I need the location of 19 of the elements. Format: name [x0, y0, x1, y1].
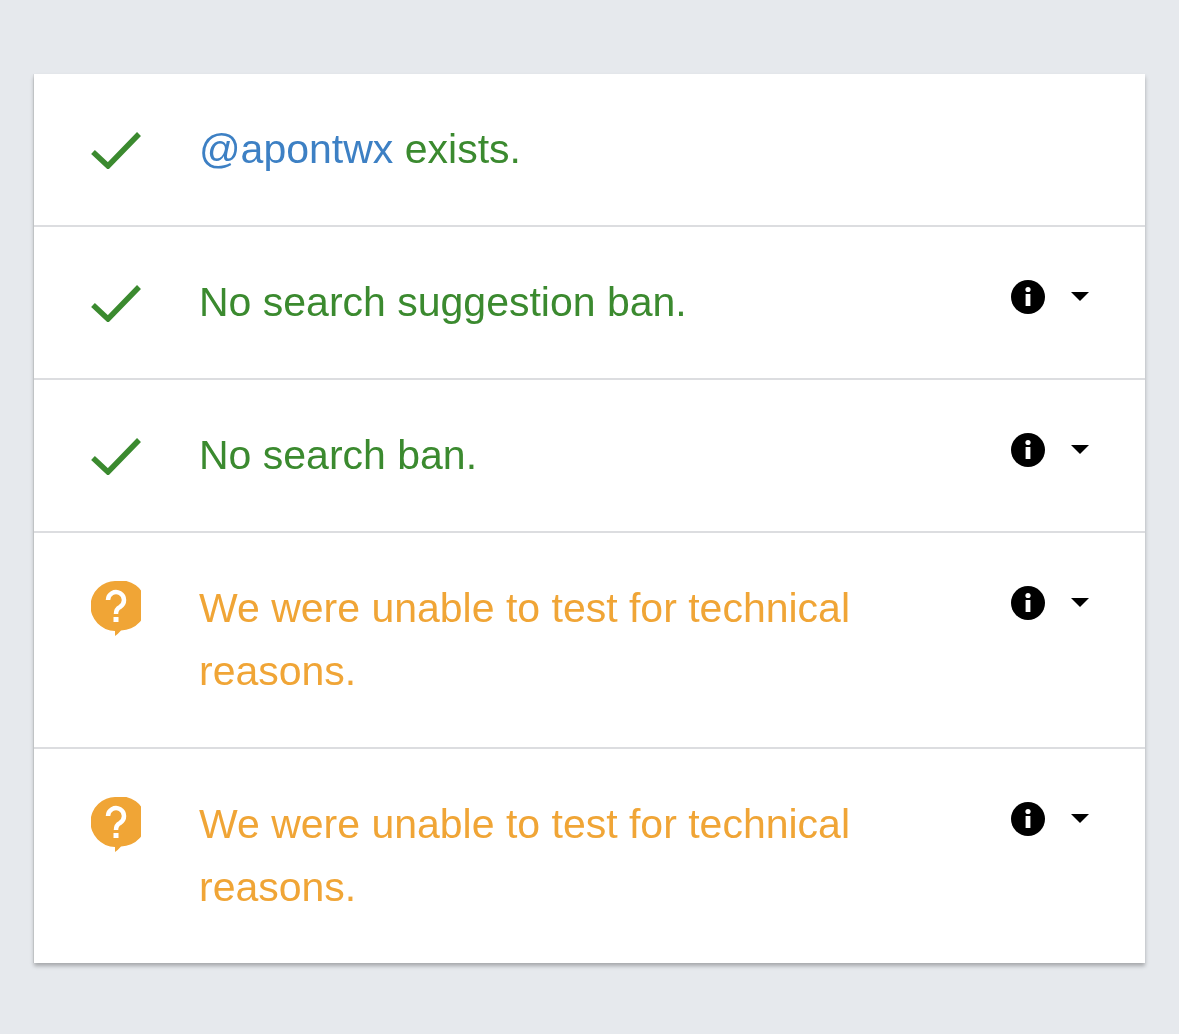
- caret-icon[interactable]: [1071, 598, 1089, 607]
- caret-icon[interactable]: [1071, 292, 1089, 301]
- info-icon[interactable]: [1011, 432, 1045, 467]
- check-icon: [91, 283, 141, 322]
- info-icon[interactable]: [1011, 585, 1045, 620]
- info-icon[interactable]: [1011, 801, 1045, 836]
- status-message: No search suggestion ban.: [199, 278, 687, 327]
- status-message: We were unable to test for technical reasons.: [199, 584, 852, 696]
- info-icon[interactable]: [1011, 279, 1045, 314]
- check-icon: [91, 436, 141, 475]
- question-bubble-icon: [91, 581, 141, 636]
- status-message: @apontwx exists.: [199, 125, 521, 174]
- caret-icon[interactable]: [1071, 814, 1089, 823]
- status-message: No search ban.: [199, 431, 478, 480]
- check-icon: [91, 130, 141, 169]
- question-bubble-icon: [91, 797, 141, 852]
- status-message: We were unable to test for technical reasons.: [199, 800, 852, 912]
- caret-icon[interactable]: [1071, 445, 1089, 454]
- username-link[interactable]: @apontwx: [199, 126, 394, 172]
